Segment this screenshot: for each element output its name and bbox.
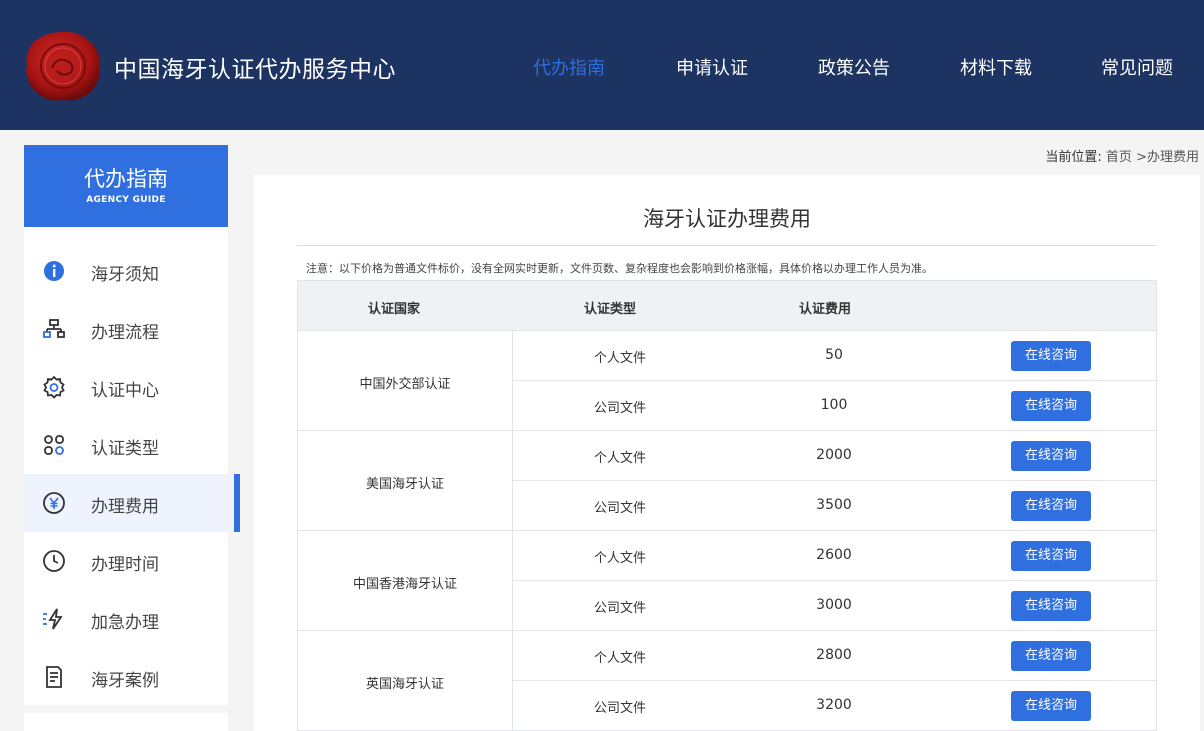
cert-type: 公司文件 [593,701,646,716]
online-consult-button[interactable]: 在线咨询 [1011,491,1091,521]
cert-fee: 3200 [816,697,852,713]
table-row: 公司文件 3000 在线咨询 [513,581,1156,631]
sidebar-item-label: 海牙须知 [91,265,159,285]
sidebar-menu: 海牙须知 办理流程 认证中心 认证类型 办理费用 办理时间 加急办理 海牙案例 [24,227,240,705]
sidebar-item-label: 加急办理 [91,613,159,633]
lightning-icon [43,608,63,630]
sidebar-item-cert-center[interactable]: 认证中心 [24,358,234,416]
table-row: 个人文件 50 在线咨询 [513,331,1156,381]
country-cell: 英国海牙认证 [298,631,513,731]
cert-type: 公司文件 [593,601,646,616]
nav-faq[interactable]: 常见问题 [1101,54,1173,80]
breadcrumb: 当前位置: 首页 >办理费用 [1045,146,1199,165]
column-header-fee: 认证费用 [799,302,852,317]
sidebar-item-cert-types[interactable]: 认证类型 [24,416,234,474]
column-header-country: 认证国家 [368,302,421,317]
sidebar-item-label: 办理流程 [91,323,159,343]
country-cell: 中国外交部认证 [298,331,513,431]
sidebar-header: 代办指南 AGENCY GUIDE [24,145,228,227]
sidebar-item-label: 认证类型 [91,439,159,459]
info-icon [44,261,64,281]
sidebar-subtitle: AGENCY GUIDE [86,195,166,205]
cert-type: 个人文件 [593,551,646,566]
sidebar-item-expedite[interactable]: 加急办理 [24,590,234,648]
cert-fee: 3000 [816,597,852,613]
price-note: 注意：以下价格为普通文件标价，没有全网实时更新，文件页数、复杂程度也会影响到价格… [306,262,933,275]
sidebar-item-time[interactable]: 办理时间 [24,532,234,590]
breadcrumb-home[interactable]: 首页 [1106,150,1132,165]
cert-fee: 2000 [816,447,852,463]
sidebar-item-process[interactable]: 办理流程 [24,300,234,358]
online-consult-button[interactable]: 在线咨询 [1011,341,1091,371]
table-row: 公司文件 3200 在线咨询 [513,681,1156,731]
online-consult-button[interactable]: 在线咨询 [1011,541,1091,571]
nav-agency-guide[interactable]: 代办指南 [533,54,605,80]
cert-fee: 50 [825,347,843,363]
wax-seal-icon[interactable] [24,30,102,102]
cert-type: 公司文件 [593,501,646,516]
nav-material-download[interactable]: 材料下载 [960,54,1032,80]
online-consult-button[interactable]: 在线咨询 [1011,691,1091,721]
clock-icon [43,550,65,572]
cert-fee: 3500 [816,497,852,513]
site-header: 中国海牙认证代办服务中心 代办指南 申请认证 政策公告 材料下载 常见问题 [0,0,1204,130]
column-header-type: 认证类型 [584,302,637,317]
sidebar-item-label: 海牙案例 [91,671,159,691]
breadcrumb-separator: > [1136,150,1147,165]
sidebar-item-label: 认证中心 [91,381,159,401]
table-header: 认证国家 认证类型 认证费用 [298,281,1156,331]
country-name: 中国外交部认证 [359,377,451,392]
sidebar-item-label: 办理时间 [91,555,159,575]
sidebar-item-label: 办理费用 [91,497,159,517]
breadcrumb-prefix: 当前位置: [1045,150,1102,165]
cert-type: 个人文件 [593,651,646,666]
country-cell: 中国香港海牙认证 [298,531,513,631]
category-icon [44,435,64,455]
cert-type: 公司文件 [593,401,646,416]
cert-fee: 2800 [816,647,852,663]
sidebar-bottom-panel [24,713,228,731]
document-icon [46,666,62,688]
sidebar-title: 代办指南 [84,167,168,191]
breadcrumb-current[interactable]: 办理费用 [1147,150,1199,165]
title-divider [297,245,1157,246]
yuan-icon [43,492,65,514]
table-row: 个人文件 2800 在线咨询 [513,631,1156,681]
table-row: 公司文件 100 在线咨询 [513,381,1156,431]
online-consult-button[interactable]: 在线咨询 [1011,641,1091,671]
sidebar-item-cases[interactable]: 海牙案例 [24,648,234,706]
site-title[interactable]: 中国海牙认证代办服务中心 [114,50,396,84]
country-name: 美国海牙认证 [365,477,444,492]
online-consult-button[interactable]: 在线咨询 [1011,591,1091,621]
online-consult-button[interactable]: 在线咨询 [1011,441,1091,471]
cert-fee: 100 [820,397,848,413]
country-name: 英国海牙认证 [365,677,444,692]
nav-apply-certification[interactable]: 申请认证 [676,54,748,80]
gear-badge-icon [43,375,65,399]
country-cell: 美国海牙认证 [298,431,513,531]
fees-table: 认证国家 认证类型 认证费用 中国外交部认证 个人文件 50 在线咨询 公司文件… [297,280,1157,731]
online-consult-button[interactable]: 在线咨询 [1011,391,1091,421]
cert-type: 个人文件 [593,451,646,466]
sidebar-item-hague-notice[interactable]: 海牙须知 [24,242,234,300]
table-row: 个人文件 2600 在线咨询 [513,531,1156,581]
table-row: 公司文件 3500 在线咨询 [513,481,1156,531]
flowchart-icon [43,319,65,338]
table-row: 个人文件 2000 在线咨询 [513,431,1156,481]
sidebar-item-fees[interactable]: 办理费用 [24,474,240,532]
fees-panel: 海牙认证办理费用 注意：以下价格为普通文件标价，没有全网实时更新，文件页数、复杂… [254,175,1200,731]
page-title: 海牙认证办理费用 [643,207,811,231]
cert-type: 个人文件 [593,351,646,366]
cert-fee: 2600 [816,547,852,563]
nav-policy-announcements[interactable]: 政策公告 [818,54,890,80]
country-name: 中国香港海牙认证 [352,577,457,592]
